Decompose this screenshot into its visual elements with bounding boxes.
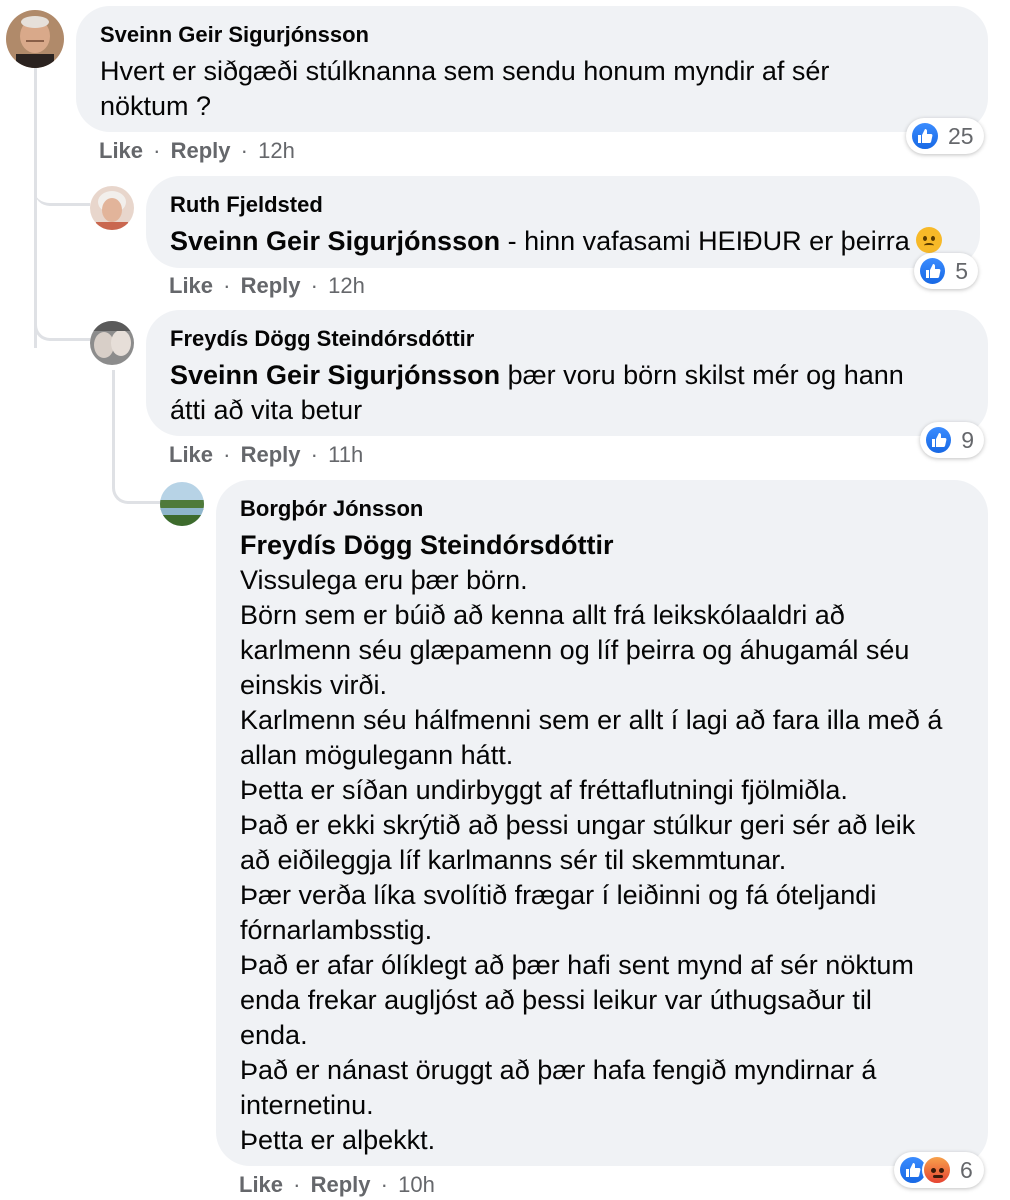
sad-face-icon — [915, 227, 942, 253]
comment-text-line: Þetta er síðan undirbyggt af fréttaflutn… — [240, 775, 848, 805]
comment-timestamp[interactable]: 12h — [258, 138, 295, 163]
comment-text-line: að eiðileggja líf karlmanns sér til skem… — [240, 845, 787, 875]
separator: · — [310, 273, 318, 298]
separator: · — [240, 138, 248, 163]
comment-text-line: Vissulega eru þær börn. — [240, 565, 528, 595]
separator: · — [293, 1172, 301, 1197]
mention-link[interactable]: Sveinn Geir Sigurjónsson — [170, 226, 500, 256]
comment-text-line: Þær verða líka svolítið frægar í leiðinn… — [240, 880, 877, 910]
comment-actions: Like · Reply · 10h — [239, 1172, 435, 1198]
like-reaction-icon — [910, 121, 940, 151]
angry-reaction-icon — [922, 1155, 952, 1185]
separator: · — [223, 442, 231, 467]
comment-timestamp[interactable]: 11h — [328, 442, 363, 467]
comment-actions: Like · Reply · 12h — [99, 138, 295, 164]
comment-text-line: Karlmenn séu hálfmenni sem er allt í lag… — [240, 705, 943, 735]
separator: · — [380, 1172, 388, 1197]
comment-text-line: enda frekar augljóst að þessi leikur var… — [240, 985, 872, 1015]
avatar[interactable] — [90, 321, 134, 365]
comment-text-line: allan mögulegann hátt. — [240, 740, 514, 770]
comment-text: Sveinn Geir Sigurjónsson - hinn vafasami… — [170, 224, 956, 259]
comment-text-line: Hvert er siðgæði stúlknanna sem sendu ho… — [100, 56, 830, 86]
comment-timestamp[interactable]: 10h — [398, 1172, 435, 1197]
comment-actions: Like · Reply · 12h — [169, 273, 365, 299]
comment-author[interactable]: Freydís Dögg Steindórsdóttir — [170, 326, 964, 352]
comment-text-line: Það er nánast öruggt að þær hafa fengið … — [240, 1055, 877, 1085]
comment-bubble: Ruth Fjeldsted Sveinn Geir Sigurjónsson … — [146, 176, 980, 268]
profile-photo-two-women — [90, 321, 134, 365]
comment-text-line: Þetta er alþekkt. — [240, 1125, 436, 1155]
comment-author[interactable]: Ruth Fjeldsted — [170, 192, 956, 218]
mention-link[interactable]: Freydís Dögg Steindórsdóttir — [240, 528, 964, 563]
avatar[interactable] — [6, 10, 64, 68]
comment-text-line: nöktum ? — [100, 91, 212, 121]
comment-text-line: einskis virði. — [240, 670, 388, 700]
comment-text-body: - hinn vafasami HEIÐUR er þeirra — [500, 226, 910, 256]
reply-button[interactable]: Reply — [171, 138, 231, 163]
thread-connector — [34, 170, 90, 206]
like-button[interactable]: Like — [169, 273, 213, 298]
comment-text-line: internetinu. — [240, 1090, 374, 1120]
profile-photo-older-woman — [90, 186, 134, 230]
separator: · — [310, 442, 318, 467]
reply-button[interactable]: Reply — [311, 1172, 371, 1197]
comment-text-body: þær voru börn skilst mér og hann — [500, 360, 904, 390]
avatar[interactable] — [160, 482, 204, 526]
comment-text-line: Það er ekki skrýtið að þessi ungar stúlk… — [240, 810, 916, 840]
comment-timestamp[interactable]: 12h — [328, 273, 365, 298]
reaction-count: 9 — [961, 426, 974, 453]
comment-text-line: fórnarlambsstig. — [240, 915, 433, 945]
thread-line-nested — [112, 370, 115, 470]
reaction-summary[interactable]: 6 — [894, 1152, 984, 1188]
comment-text-line: Það er afar ólíklegt að þær hafi sent my… — [240, 950, 914, 980]
comment-actions: Like · Reply · 11h — [169, 442, 363, 468]
comment-text-line: Sveinn Geir Sigurjónsson þær voru börn s… — [170, 358, 964, 393]
reaction-count: 25 — [948, 122, 974, 149]
profile-photo-older-man — [6, 10, 64, 68]
comment-text: Hvert er siðgæði stúlknanna sem sendu ho… — [100, 54, 964, 124]
like-button[interactable]: Like — [99, 138, 143, 163]
like-button[interactable]: Like — [239, 1172, 283, 1197]
reaction-summary[interactable]: 9 — [920, 422, 984, 458]
avatar[interactable] — [90, 186, 134, 230]
mention-link[interactable]: Sveinn Geir Sigurjónsson — [170, 360, 500, 390]
like-reaction-icon — [918, 256, 948, 286]
reaction-count: 5 — [955, 257, 968, 284]
comment-text-line: enda. — [240, 1020, 308, 1050]
comment-author[interactable]: Borgþór Jónsson — [240, 496, 964, 522]
comment-text-line: átti að vita betur — [170, 395, 363, 425]
reaction-count: 6 — [960, 1156, 973, 1183]
comment-text: Freydís Dögg Steindórsdóttir Vissulega e… — [240, 528, 964, 1158]
reply-button[interactable]: Reply — [241, 273, 301, 298]
comment-text-line: Börn sem er búið að kenna allt frá leiks… — [240, 600, 845, 630]
comment-bubble: Freydís Dögg Steindórsdóttir Sveinn Geir… — [146, 310, 988, 436]
like-button[interactable]: Like — [169, 442, 213, 467]
comment-author[interactable]: Sveinn Geir Sigurjónsson — [100, 22, 964, 48]
reaction-summary[interactable]: 5 — [914, 253, 978, 289]
thread-connector — [34, 305, 90, 341]
reaction-summary[interactable]: 25 — [906, 118, 984, 154]
reply-button[interactable]: Reply — [241, 442, 301, 467]
comment-text-line: karlmenn séu glæpamenn og líf þeirra og … — [240, 635, 910, 665]
comment-bubble: Borgþór Jónsson Freydís Dögg Steindórsdó… — [216, 480, 988, 1166]
like-reaction-icon — [924, 425, 954, 455]
separator: · — [223, 273, 231, 298]
thread-connector — [112, 468, 162, 504]
separator: · — [153, 138, 161, 163]
comment-text: Sveinn Geir Sigurjónsson þær voru börn s… — [170, 358, 964, 428]
comment-bubble: Sveinn Geir Sigurjónsson Hvert er siðgæð… — [76, 6, 988, 132]
profile-photo-lake-landscape — [160, 482, 204, 526]
